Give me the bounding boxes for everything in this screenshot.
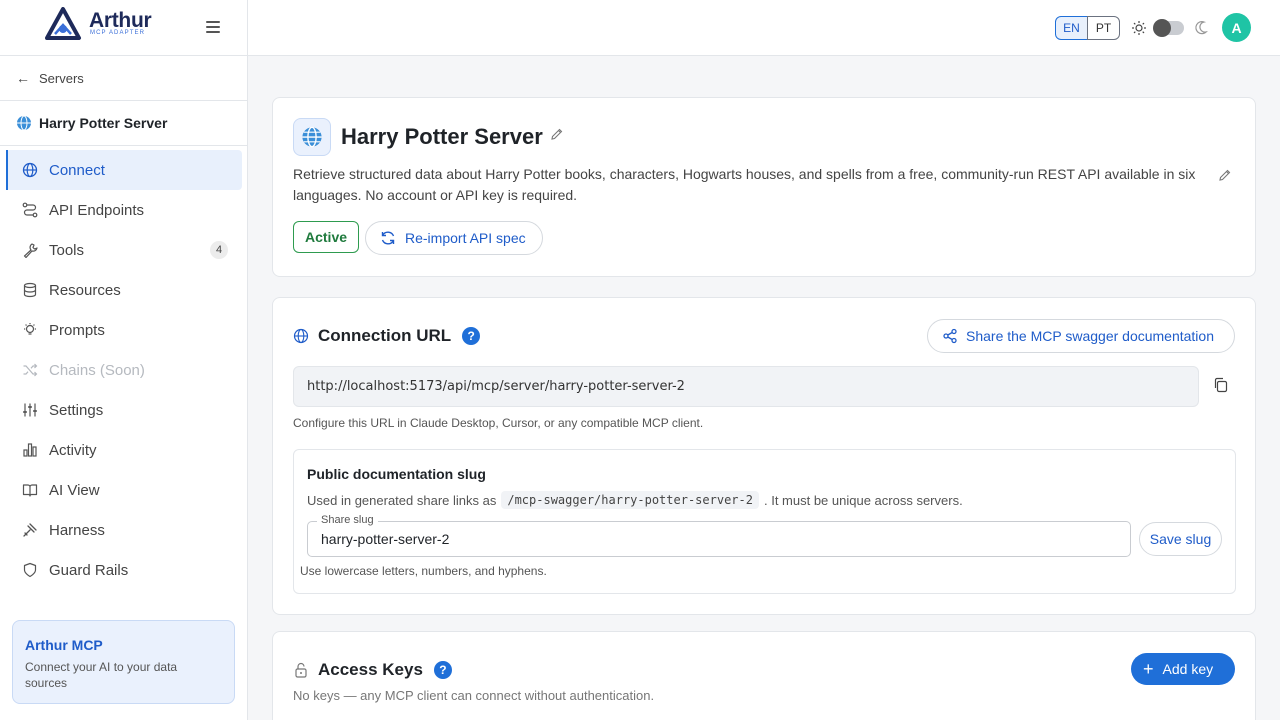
server-info-card: Harry Potter Server Retrieve structured …	[272, 97, 1256, 277]
copy-icon[interactable]	[1213, 377, 1229, 393]
sun-icon	[1132, 21, 1146, 35]
plus-icon: +	[1143, 659, 1154, 679]
harness-icon	[23, 523, 37, 537]
promo-text: Connect your AI to your data sources	[25, 660, 178, 690]
sidebar-item-label: Chains (Soon)	[49, 361, 145, 379]
sidebar-item-connect[interactable]: Connect	[6, 150, 242, 190]
slug-desc-before: Used in generated share links as	[307, 492, 497, 508]
no-keys-text: No keys — any MCP client can connect wit…	[293, 688, 655, 703]
share-slug-label: Share slug	[317, 514, 378, 526]
connection-help-text: Configure this URL in Claude Desktop, Cu…	[293, 416, 704, 430]
sidebar-item-chains: Chains (Soon)	[6, 350, 242, 390]
edit-description-icon[interactable]	[1218, 168, 1232, 182]
arthur-logo-icon	[45, 7, 81, 40]
reimport-api-spec-button[interactable]: Re-import API spec	[365, 221, 543, 255]
arrow-left-icon: ←	[16, 70, 30, 86]
wrench-icon	[23, 243, 38, 258]
access-keys-title: Access Keys	[318, 660, 423, 679]
share-swagger-button[interactable]: Share the MCP swagger documentation	[927, 319, 1235, 353]
globe-icon	[22, 162, 38, 178]
share-slug-field: Share slug	[307, 514, 1131, 557]
help-icon[interactable]: ?	[433, 661, 452, 679]
promo-title: Arthur MCP	[25, 637, 103, 653]
brand-header: Arthur MCP ADAPTER	[0, 0, 247, 56]
globe-icon	[17, 115, 31, 131]
sidebar-item-api-endpoints[interactable]: API Endpoints	[6, 190, 242, 230]
reimport-label: Re-import API spec	[405, 230, 526, 246]
share-slug-input[interactable]	[321, 531, 1111, 547]
lang-en-button[interactable]: EN	[1055, 16, 1088, 40]
connection-card: Connection URL ? Share the MCP swagger d…	[272, 297, 1256, 615]
toggle-knob	[1153, 19, 1171, 37]
sidebar-item-guard-rails[interactable]: Guard Rails	[6, 550, 242, 590]
slug-path-code: /mcp-swagger/harry-potter-server-2	[501, 491, 759, 509]
sidebar-item-label: Guard Rails	[49, 561, 129, 579]
moon-icon	[1195, 21, 1208, 35]
tools-count-badge: 4	[210, 241, 228, 259]
access-keys-card: Access Keys ? + Add key No keys — any MC…	[272, 631, 1256, 720]
sidebar-item-label: AI View	[49, 481, 100, 499]
theme-toggle[interactable]	[1153, 19, 1184, 37]
topbar: EN PT A	[248, 0, 1280, 56]
bar-chart-icon	[23, 443, 37, 457]
add-key-label: Add key	[1162, 661, 1214, 677]
server-globe-icon	[293, 118, 331, 156]
sidebar-item-settings[interactable]: Settings	[6, 390, 242, 430]
connection-heading: Connection URL ?	[293, 326, 481, 346]
sidebar-item-label: Settings	[49, 401, 104, 419]
promo-card: Arthur MCP Connect your AI to your data …	[12, 620, 235, 704]
sidebar-item-label: Tools	[49, 241, 85, 259]
sidebar: Arthur MCP ADAPTER ← Servers Harry Potte…	[0, 0, 248, 720]
sidebar-item-activity[interactable]: Activity	[6, 430, 242, 470]
back-to-servers-link[interactable]: ← Servers	[0, 56, 247, 101]
database-icon	[23, 282, 37, 298]
status-badge: Active	[293, 221, 360, 253]
slug-title: Public documentation slug	[307, 466, 486, 482]
refresh-icon	[381, 231, 395, 245]
sidebar-item-tools[interactable]: Tools 4	[6, 230, 242, 270]
lock-icon	[293, 662, 309, 678]
access-keys-heading: Access Keys ?	[293, 660, 452, 680]
connection-url-field[interactable]: http://localhost:5173/api/mcp/server/har…	[293, 366, 1199, 407]
back-label: Servers	[39, 70, 84, 86]
connection-title: Connection URL	[318, 326, 452, 345]
sidebar-item-label: Activity	[49, 441, 97, 459]
server-description: Retrieve structured data about Harry Pot…	[293, 166, 1196, 203]
server-name: Harry Potter Server	[39, 115, 168, 131]
sidebar-item-label: Resources	[49, 281, 121, 299]
sliders-icon	[23, 403, 37, 417]
book-icon	[22, 484, 38, 497]
slug-description: Used in generated share links as /mcp-sw…	[307, 491, 963, 509]
share-icon	[943, 328, 957, 344]
slug-hint: Use lowercase letters, numbers, and hyph…	[300, 564, 547, 578]
sidebar-item-label: Harness	[49, 521, 105, 539]
sidebar-item-label: Prompts	[49, 321, 105, 339]
globe-icon	[293, 328, 309, 344]
lightbulb-icon	[24, 323, 36, 335]
sidebar-item-label: Connect	[49, 161, 105, 179]
sidebar-item-harness[interactable]: Harness	[6, 510, 242, 550]
route-icon	[22, 202, 38, 218]
sidebar-item-prompts[interactable]: Prompts	[6, 310, 242, 350]
menu-icon[interactable]	[202, 18, 224, 38]
brand-subtitle: MCP ADAPTER	[90, 30, 145, 36]
slug-desc-after: . It must be unique across servers.	[763, 492, 963, 508]
share-label: Share the MCP swagger documentation	[966, 328, 1214, 344]
add-key-button[interactable]: + Add key	[1131, 653, 1235, 685]
lang-pt-button[interactable]: PT	[1087, 16, 1120, 40]
sidebar-item-ai-view[interactable]: AI View	[6, 470, 242, 510]
sidebar-item-label: API Endpoints	[49, 201, 145, 219]
current-server: Harry Potter Server	[0, 101, 247, 146]
edit-title-icon[interactable]	[550, 127, 564, 141]
help-icon[interactable]: ?	[462, 327, 481, 345]
avatar[interactable]: A	[1222, 13, 1251, 42]
sidebar-item-resources[interactable]: Resources	[6, 270, 242, 310]
shield-icon	[23, 562, 37, 578]
shuffle-icon	[23, 363, 38, 377]
save-slug-button[interactable]: Save slug	[1139, 522, 1222, 556]
sidebar-nav: Connect API Endpoints Tools 4 Resources …	[6, 150, 242, 590]
page-title: Harry Potter Server	[341, 124, 543, 149]
